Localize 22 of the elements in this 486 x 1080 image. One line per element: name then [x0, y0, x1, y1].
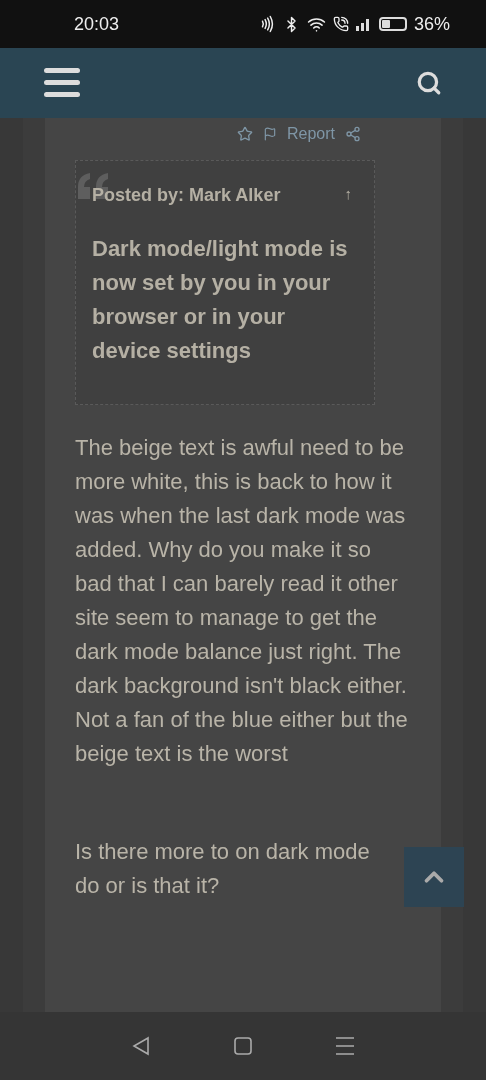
post-paragraph: The beige text is awful need to be more white, this is back to how it was when the last dark mode was added. Why do you make it so bad that I can barely read it other site seem to manage to get the dark mode balance just right. The dark background isn't black either. Not a fan of the blue either but the beige text is the worst [75, 434, 409, 768]
menu-icon [44, 68, 80, 98]
report-link[interactable]: Report [286, 125, 335, 143]
recents-icon[interactable] [335, 1036, 355, 1056]
flag-icon [262, 127, 277, 141]
battery-icon [378, 17, 407, 31]
search-button[interactable] [416, 70, 442, 96]
quote-author: Posted by: Mark Alker [92, 185, 281, 206]
menu-button[interactable] [44, 68, 80, 98]
go-to-post-link[interactable]: ↑ [344, 185, 358, 206]
share-icon[interactable] [345, 126, 361, 142]
back-icon[interactable] [131, 1036, 151, 1056]
battery-percent: 36% [413, 13, 450, 35]
clock: 20:03 [74, 13, 121, 35]
search-icon [416, 70, 442, 96]
signal-icon [355, 17, 372, 31]
scroll-top-button[interactable] [404, 847, 464, 907]
home-icon[interactable] [233, 1036, 253, 1056]
quote-text: Dark mode/light mode is now set by you in your browser or in your device settings [92, 235, 349, 365]
phone-icon [332, 16, 349, 32]
star-icon[interactable] [236, 126, 253, 142]
post-paragraph: Is there more to on dark mode do or is that it? [75, 838, 371, 900]
